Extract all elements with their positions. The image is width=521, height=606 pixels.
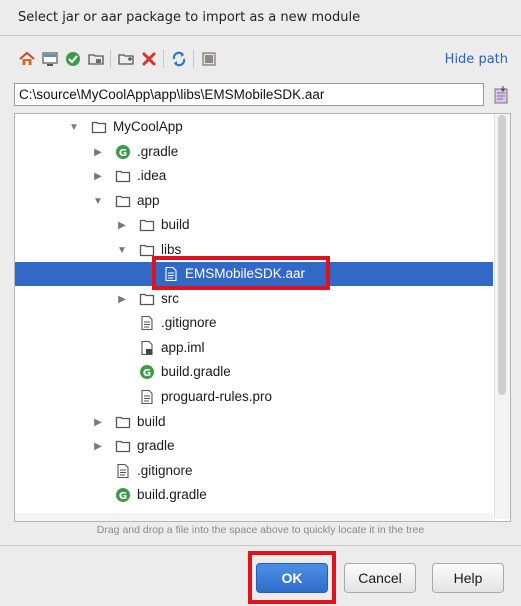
new-folder-icon[interactable] [115, 47, 137, 71]
expand-arrow-icon[interactable]: ▶ [92, 140, 104, 164]
expand-arrow-icon[interactable]: ▶ [92, 410, 104, 434]
tree-row-label: .gitignore [137, 463, 193, 478]
vertical-scrollbar[interactable] [494, 114, 510, 519]
file-icon [139, 389, 155, 405]
folder-icon [139, 291, 155, 307]
drag-drop-hint: Drag and drop a file into the space abov… [96, 524, 425, 536]
hide-path-link[interactable]: Hide path [445, 52, 508, 67]
tree-row[interactable]: ▼ MyCoolApp [15, 115, 493, 139]
tree-row[interactable]: Gbuild.gradle [15, 360, 493, 384]
tree-row-label: MyCoolApp [113, 119, 183, 134]
tree-row[interactable]: ▶ G .gradle [15, 140, 493, 164]
expand-arrow-icon[interactable]: ▶ [116, 287, 128, 311]
folder-icon [115, 193, 131, 209]
tree-row[interactable]: ▶ src [15, 287, 493, 311]
scrollbar-thumb[interactable] [498, 115, 506, 395]
file-icon [115, 463, 131, 479]
delete-icon[interactable] [138, 47, 160, 71]
tree-row-label: gradle [137, 438, 175, 453]
path-input[interactable] [14, 83, 484, 106]
help-button[interactable]: Help [432, 563, 504, 593]
desktop-icon[interactable] [39, 47, 61, 71]
tree-row[interactable]: ▼ libs [15, 238, 493, 262]
tree-row[interactable]: ▼ app [15, 189, 493, 213]
folder-icon [139, 242, 155, 258]
tree-row-label: .gradle [137, 144, 179, 159]
tree-row[interactable]: ▶ gradle [15, 434, 493, 458]
tree-row-label: libs [161, 242, 182, 257]
svg-text:G: G [119, 148, 127, 159]
tree-row-label: .idea [137, 168, 167, 183]
folder-icon [139, 217, 155, 233]
tree-row-label: build.gradle [137, 487, 207, 502]
horizontal-scrollbar[interactable] [15, 513, 493, 521]
tree-row[interactable]: Gbuild.gradle [15, 483, 493, 507]
path-history-icon[interactable] [490, 84, 512, 106]
tree-row[interactable]: ▶ build [15, 410, 493, 434]
ok-button[interactable]: OK [256, 563, 328, 593]
footer-divider [0, 545, 521, 546]
tree-row[interactable]: .gitignore [15, 311, 493, 335]
tree-row-label: app.iml [161, 340, 205, 355]
refresh-icon[interactable] [168, 47, 190, 71]
expand-arrow-icon[interactable]: ▶ [92, 434, 104, 458]
svg-text:G: G [119, 491, 127, 502]
toolbar-separator [110, 50, 111, 68]
expand-arrow-icon[interactable]: ▶ [92, 164, 104, 188]
tree-row[interactable]: app.iml [15, 336, 493, 360]
collapse-arrow-icon[interactable]: ▼ [116, 238, 128, 262]
module-icon[interactable] [85, 47, 107, 71]
tree-row[interactable]: .gitignore [15, 459, 493, 483]
gradle-icon: G [139, 364, 155, 380]
folder-icon [115, 414, 131, 430]
tree-row-label: proguard-rules.pro [161, 389, 273, 404]
folder-icon [91, 119, 107, 135]
tree-row-label: build [137, 414, 166, 429]
tree-row[interactable]: ▶ .idea [15, 164, 493, 188]
toolbar-separator [193, 50, 194, 68]
tree-row-label: app [137, 193, 160, 208]
gradle-icon: G [115, 487, 131, 503]
svg-text:G: G [143, 368, 151, 379]
tree-row-label: build.gradle [161, 364, 231, 379]
tree-row-selected[interactable]: EMSMobileSDK.aar [15, 262, 493, 286]
show-hidden-icon[interactable] [198, 47, 220, 71]
title-divider [0, 35, 521, 36]
tree-row-label: src [161, 291, 179, 306]
cancel-button[interactable]: Cancel [344, 563, 416, 593]
project-icon[interactable] [62, 47, 84, 71]
toolbar [14, 47, 509, 73]
expand-arrow-icon[interactable]: ▶ [116, 213, 128, 237]
toolbar-separator [163, 50, 164, 68]
collapse-arrow-icon[interactable]: ▼ [92, 189, 104, 213]
folder-icon [115, 168, 131, 184]
module-file-icon [139, 340, 155, 356]
folder-icon [115, 438, 131, 454]
file-icon [163, 266, 179, 282]
tree-row-label: build [161, 217, 190, 232]
file-tree[interactable]: ▼ MyCoolApp ▶ G .gradle ▶ .idea ▼ app ▶ build ▼ libs… [14, 113, 511, 522]
home-icon[interactable] [16, 47, 38, 71]
gradle-icon: G [115, 144, 131, 160]
tree-row-label: .gitignore [161, 315, 217, 330]
collapse-arrow-icon[interactable]: ▼ [68, 115, 80, 139]
tree-row-label: EMSMobileSDK.aar [185, 266, 306, 281]
tree-row[interactable]: ▶ build [15, 213, 493, 237]
file-icon [139, 315, 155, 331]
dialog-title: Select jar or aar package to import as a… [18, 10, 361, 25]
tree-row[interactable]: proguard-rules.pro [15, 385, 493, 409]
